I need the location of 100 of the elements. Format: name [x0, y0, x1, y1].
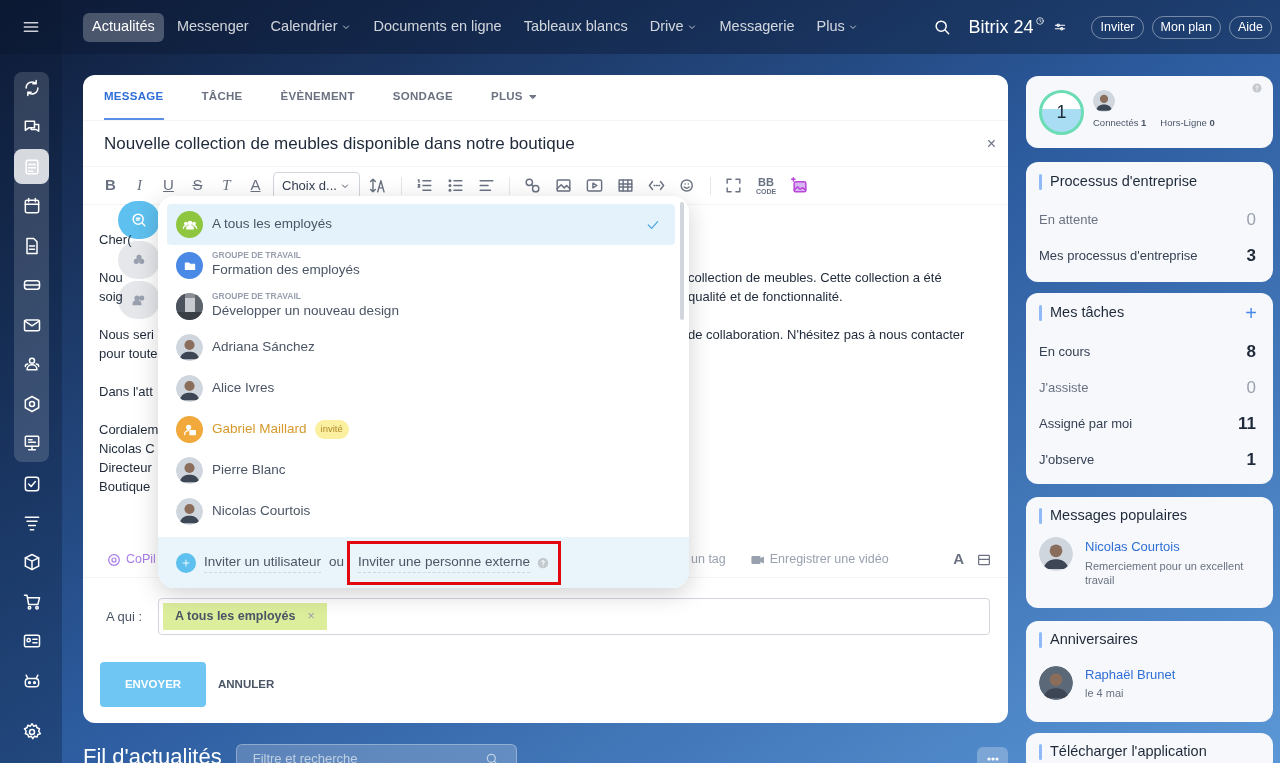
nav-tab[interactable]: Plus: [807, 12, 868, 42]
format-button[interactable]: T: [215, 174, 238, 197]
item-label: A tous les employés: [212, 215, 333, 234]
selector-item[interactable]: Nicolas Courtois: [167, 491, 675, 532]
counter-label[interactable]: Assigné par moi: [1039, 414, 1133, 434]
body-text: Nicolas C: [99, 441, 155, 456]
body-text: collection de meubles. Cette collection a été: [688, 269, 942, 287]
composer-tab[interactable]: TÂCHE: [201, 75, 243, 120]
selector-item[interactable]: A tous les employés: [167, 204, 675, 245]
people-icon: [131, 292, 147, 308]
avatar: [1039, 666, 1073, 700]
body-text: Boutique: [99, 479, 151, 494]
selector-item[interactable]: Pierre Blanc: [167, 450, 675, 491]
nav-tab[interactable]: Calendrier: [261, 12, 361, 42]
composer-tab[interactable]: MESSAGE: [104, 75, 164, 120]
help-icon: [535, 555, 550, 570]
counter-value[interactable]: 11: [1238, 411, 1256, 437]
table-icon: [615, 176, 635, 195]
author-link[interactable]: Nicolas Courtois: [1085, 537, 1261, 557]
nav-tab[interactable]: Actualités: [83, 12, 164, 42]
body-text: soig: [99, 289, 123, 304]
body-text: Nou: [99, 270, 123, 285]
close-button[interactable]: ×: [986, 131, 996, 156]
counter-value[interactable]: 3: [1246, 243, 1256, 269]
post-excerpt: Remerciement pour un excellent travail: [1085, 558, 1245, 587]
help-icon: [1251, 82, 1263, 94]
video-icon: [584, 176, 604, 195]
counter-label[interactable]: En attente: [1039, 210, 1099, 230]
avatar: [176, 375, 203, 402]
item-caption: GROUPE DE TRAVAIL: [212, 250, 302, 261]
logo[interactable]: Bitrix 24: [968, 13, 1034, 41]
avatar: [176, 334, 203, 361]
title-field[interactable]: Nouvelle collection de meubles disponible dans notre boutique: [104, 130, 575, 157]
sidebar-item[interactable]: [14, 149, 49, 184]
recipient-field[interactable]: A tous les employés ×: [158, 598, 990, 635]
counter-value[interactable]: 8: [1246, 339, 1256, 365]
counter-value[interactable]: 1: [1246, 447, 1256, 473]
counter-label[interactable]: J'assiste: [1039, 378, 1089, 398]
widget-title: Mes tâches: [1050, 303, 1125, 323]
selector-item[interactable]: GROUPE DE TRAVAIL Formation des employés: [167, 245, 675, 286]
item-label: Formation des employés: [212, 261, 360, 280]
body-text: Nous seri: [99, 327, 154, 342]
item-label: Gabriel Maillard: [212, 420, 307, 439]
nav-tab[interactable]: Tableaux blancs: [514, 12, 637, 42]
body-text: pour toute: [99, 346, 158, 361]
format-button[interactable]: B: [99, 174, 122, 197]
avatar: [1039, 537, 1073, 571]
settings-icon: [21, 721, 42, 742]
text-size-icon: [368, 176, 388, 195]
or-text: ou: [329, 553, 345, 572]
body-text: Cordialem: [99, 422, 159, 437]
composer-tab[interactable]: SONDAGE: [392, 75, 453, 120]
selector-item[interactable]: Adriana Sánchez: [167, 327, 675, 368]
person-link[interactable]: Raphaël Brunet: [1085, 665, 1176, 685]
item-label: Développer un nouveau design: [212, 302, 399, 321]
text-format-button[interactable]: A: [953, 548, 964, 571]
clock-icon: [1035, 16, 1046, 26]
counter-label[interactable]: J'observe: [1039, 450, 1095, 470]
avatar: [176, 457, 203, 484]
birthday-date: le 4 mai: [1085, 685, 1125, 701]
offline-count: Hors-Ligne 0: [1160, 116, 1215, 130]
item-label: Adriana Sánchez: [212, 338, 315, 357]
recipient-tag[interactable]: A tous les employés ×: [163, 603, 327, 630]
nav-tab[interactable]: Messenger: [167, 12, 258, 42]
counter-label[interactable]: En cours: [1039, 342, 1091, 362]
body-text: Directeur: [99, 460, 152, 475]
body-text: Cher(: [99, 232, 132, 247]
format-button[interactable]: I: [128, 174, 151, 197]
item-label: Nicolas Courtois: [212, 502, 311, 521]
link-icon: [522, 176, 542, 195]
body-text: de collaboration. N'hésitez pas à nous contacter: [688, 326, 965, 344]
format-button[interactable]: A: [244, 174, 267, 197]
invite-user-link[interactable]: Inviter un utilisateur: [204, 551, 322, 574]
widget-title: Processus d'entreprise: [1050, 172, 1198, 192]
composer-tab[interactable]: ÈVÈNEMENT: [280, 75, 355, 120]
item-label: Alice Ivres: [212, 379, 275, 398]
nav-tab[interactable]: Documents en ligne: [364, 12, 511, 42]
connected-count: Connectés 1: [1093, 116, 1147, 130]
widget-title: Anniversaires: [1050, 630, 1138, 650]
selector-item[interactable]: GROUPE DE TRAVAIL Développer un nouveau design: [167, 286, 675, 327]
nav-tab[interactable]: Messagerie: [710, 12, 804, 42]
cancel-button[interactable]: ANNULER: [218, 675, 275, 694]
item-label: Pierre Blanc: [212, 461, 286, 480]
counter-label[interactable]: Mes processus d'entreprise: [1039, 246, 1198, 266]
body-text: qualité et de fonctionnalité.: [688, 288, 843, 306]
invited-badge: invité: [314, 420, 349, 439]
body-text: Dans l'att: [99, 384, 153, 399]
recipient-label: A qui :: [106, 607, 144, 626]
format-button[interactable]: U: [157, 174, 180, 197]
online-counter[interactable]: 1: [1039, 90, 1084, 135]
avatar: [1093, 90, 1115, 112]
composer-tab[interactable]: PLUS: [490, 75, 539, 120]
widget-title: Messages populaires: [1050, 506, 1188, 526]
selector-item[interactable]: Alice Ivres: [167, 368, 675, 409]
image-icon: [553, 176, 573, 195]
invite-external-link[interactable]: Inviter une personne externe: [347, 540, 561, 585]
avatar: [176, 498, 203, 525]
format-button[interactable]: S: [186, 174, 209, 197]
nav-tab[interactable]: Drive: [640, 12, 707, 42]
item-caption: GROUPE DE TRAVAIL: [212, 291, 302, 302]
